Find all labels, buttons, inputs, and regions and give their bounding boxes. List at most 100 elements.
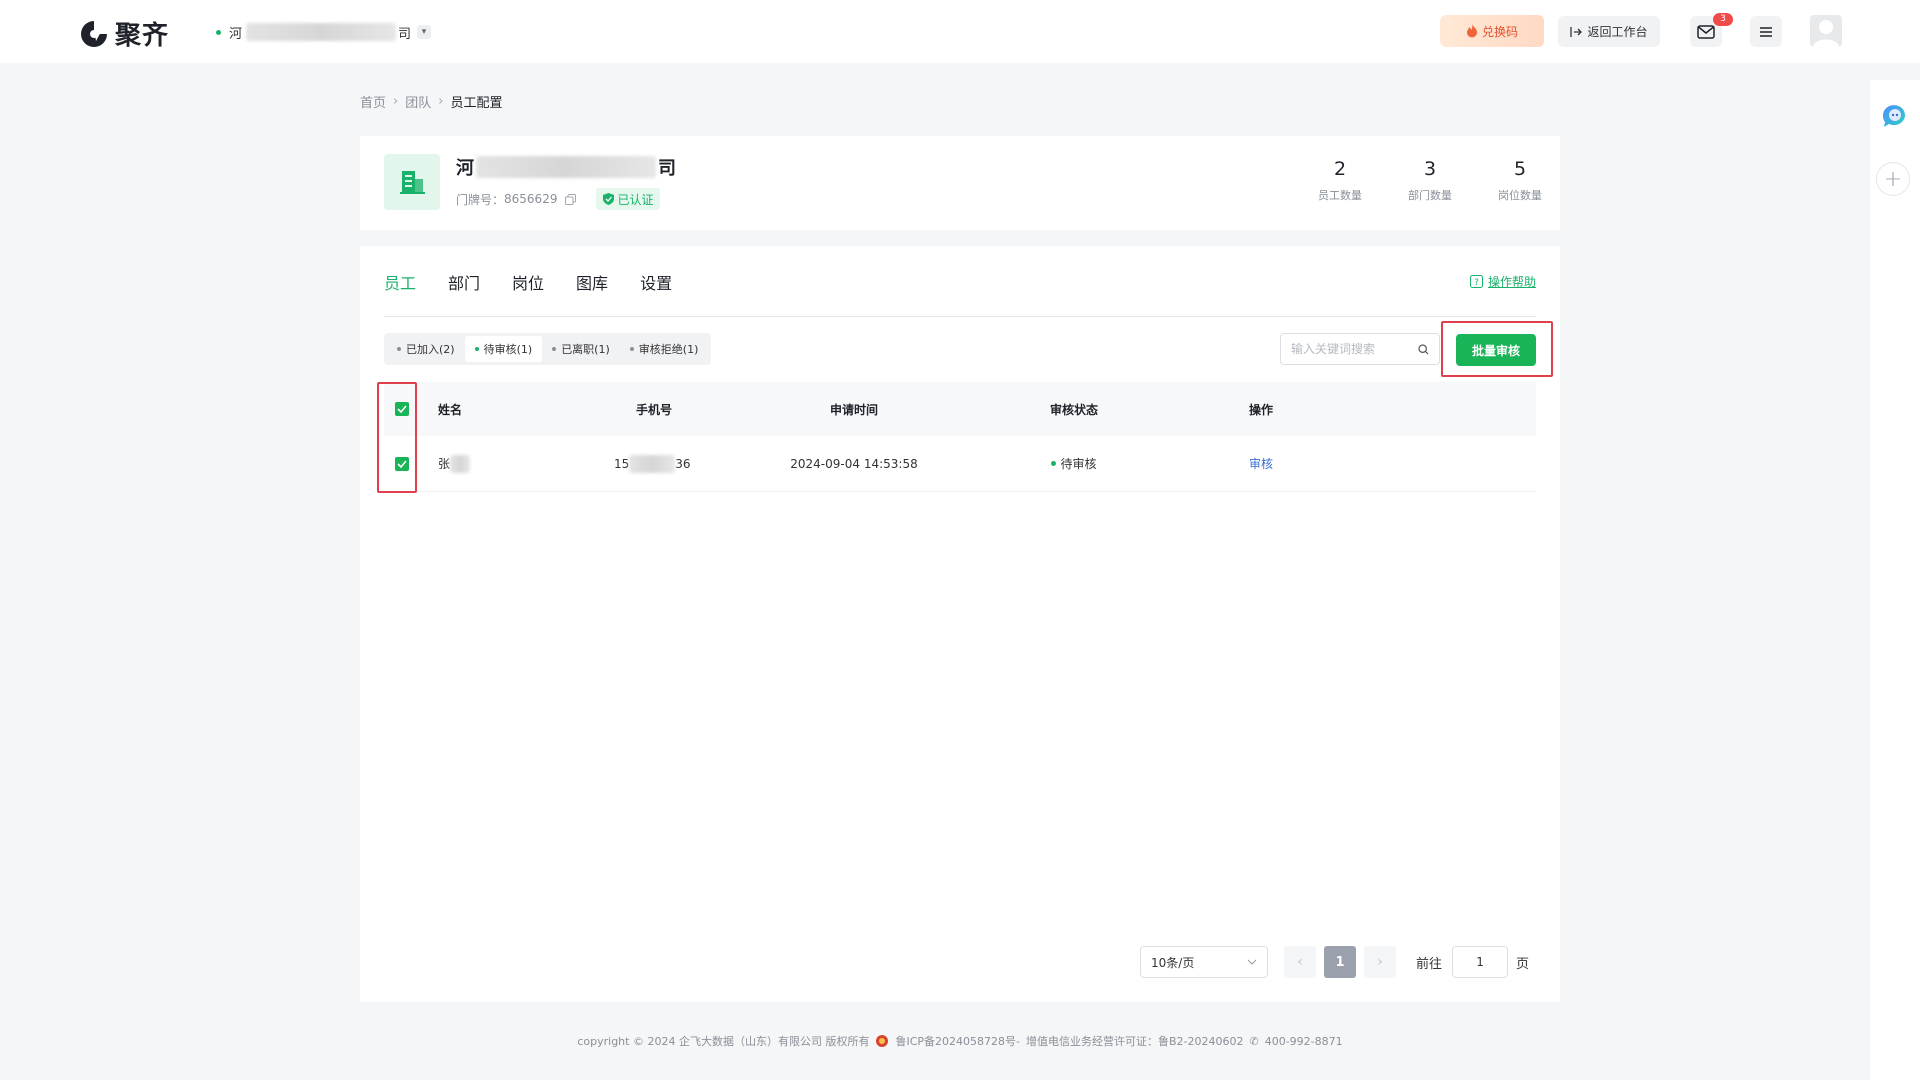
right-tool-rail: + (1870, 80, 1920, 1080)
assistant-chat-icon[interactable] (1881, 104, 1909, 134)
caret-down-icon[interactable]: ▾ (417, 25, 432, 39)
row-apply-time: 2024-09-04 14:53:58 (790, 456, 918, 471)
icp-link[interactable]: 鲁ICP备2024058728号- (895, 1033, 1020, 1049)
footer: copyright © 2024 企飞大数据（山东）有限公司 版权所有 鲁ICP… (0, 1033, 1920, 1049)
copyright-text: copyright © 2024 企飞大数据（山东）有限公司 版权所有 (577, 1035, 870, 1048)
col-actions: 操作 (1248, 402, 1273, 417)
search-box (1280, 333, 1440, 365)
back-to-workspace-button[interactable]: 返回工作台 (1558, 16, 1660, 47)
shield-check-icon (603, 193, 615, 205)
help-link[interactable]: ? 操作帮助 (1469, 273, 1536, 290)
logo-mark-icon (81, 20, 107, 47)
app-logo[interactable]: 聚齐 (79, 15, 169, 52)
police-badge-icon (876, 1035, 889, 1047)
tab-positions[interactable]: 岗位 (512, 270, 544, 294)
review-link[interactable]: 审核 (1241, 436, 1281, 491)
stat-value: 3 (1423, 158, 1437, 180)
check-icon (397, 405, 407, 413)
status-filter-group: 已加入(2) 待审核(1) 已离职(1) 审核拒绝(1) (384, 333, 712, 365)
phone-prefix: 15 (614, 456, 630, 471)
row-select-cell (395, 436, 409, 491)
select-all-checkbox[interactable] (395, 402, 409, 416)
page-number-current[interactable]: 1 (1324, 946, 1356, 978)
goto-label: 前往 (1416, 956, 1443, 972)
stat-departments: 3 部门数量 (1395, 156, 1465, 203)
redeem-code-button[interactable]: 兑换码 (1440, 15, 1544, 47)
goto-page-input[interactable]: 1 (1452, 946, 1509, 978)
prev-page-button[interactable]: ‹ (1284, 946, 1316, 978)
logo-text: 聚齐 (115, 21, 170, 51)
stat-value: 2 (1333, 158, 1347, 180)
chevron-down-icon (1247, 959, 1257, 965)
col-name: 姓名 (438, 402, 463, 417)
unread-badge: 3 (1713, 13, 1733, 26)
pagination: 10条/页 ‹ 1 › 前往 1 页 (1140, 946, 1529, 978)
company-info-card: 河 司 门牌号： 8656629 已认证 2 员工数量 3 部门数量 5 岗位数… (360, 136, 1560, 230)
filter-resigned[interactable]: 已离职(1) (542, 336, 620, 362)
company-name-suffix: 司 (398, 26, 412, 42)
verified-label: 已认证 (617, 192, 654, 207)
tab-settings[interactable]: 设置 (640, 270, 672, 294)
company-name-suffix: 司 (658, 158, 676, 179)
stat-label: 员工数量 (1318, 189, 1362, 202)
user-avatar[interactable] (1810, 15, 1842, 47)
company-name: 河 司 (456, 154, 676, 180)
fire-icon (1466, 24, 1477, 38)
next-page-button[interactable]: › (1364, 946, 1396, 978)
stat-positions: 5 岗位数量 (1485, 156, 1555, 203)
page-size-value: 10条/页 (1151, 955, 1195, 970)
tab-employees[interactable]: 员工 (384, 270, 416, 294)
col-apply-time: 申请时间 (829, 402, 878, 417)
status-dot (216, 29, 221, 35)
search-input[interactable] (1291, 342, 1418, 356)
select-all-cell (395, 382, 409, 436)
employee-panel: 员工 部门 岗位 图库 设置 ? 操作帮助 已加入(2) 待审核(1) 已离职(… (360, 246, 1560, 1002)
page-size-select[interactable]: 10条/页 (1140, 946, 1268, 978)
col-review-status: 审核状态 (1049, 402, 1098, 417)
section-tabs: 员工 部门 岗位 图库 设置 (384, 270, 672, 294)
company-switcher[interactable]: 河 司 ▾ (216, 20, 432, 44)
tab-departments[interactable]: 部门 (448, 270, 480, 294)
filter-joined[interactable]: 已加入(2) (387, 336, 465, 362)
copy-icon[interactable] (565, 193, 577, 205)
company-name-prefix: 河 (229, 26, 243, 42)
batch-review-button[interactable]: 批量审核 (1456, 334, 1536, 366)
company-meta: 门牌号： 8656629 已认证 (456, 188, 661, 210)
row-checkbox[interactable] (395, 456, 409, 471)
hamburger-icon (1760, 26, 1772, 37)
redacted-name (450, 454, 471, 473)
redacted-phone (629, 454, 676, 473)
breadcrumb-team[interactable]: 团队 (405, 92, 431, 111)
phone-icon: ✆ (1249, 1034, 1259, 1048)
breadcrumb-separator: › (393, 94, 399, 109)
col-phone: 手机号 (635, 402, 672, 417)
check-icon (397, 459, 407, 468)
top-navbar: 聚齐 河 司 ▾ 兑换码 返回工作台 3 (0, 0, 1920, 63)
menu-button[interactable] (1750, 16, 1782, 47)
breadcrumb-home[interactable]: 首页 (360, 92, 386, 111)
search-icon[interactable] (1418, 343, 1429, 355)
stat-employees: 2 员工数量 (1305, 156, 1375, 203)
add-plus-icon[interactable]: + (1876, 162, 1910, 196)
breadcrumb-separator: › (438, 94, 444, 109)
verified-badge: 已认证 (596, 188, 661, 210)
stat-label: 岗位数量 (1498, 189, 1542, 202)
row-phone: 15 36 (614, 436, 691, 491)
help-icon: ? (1469, 275, 1483, 288)
company-building-icon (384, 154, 440, 210)
filter-rejected[interactable]: 审核拒绝(1) (620, 336, 709, 362)
filter-pending[interactable]: 待审核(1) (464, 336, 543, 362)
help-label: 操作帮助 (1487, 275, 1536, 289)
tabs-divider (384, 316, 1536, 317)
tab-gallery[interactable]: 图库 (576, 270, 608, 294)
page-unit-label: 页 (1516, 956, 1530, 972)
breadcrumb: 首页 › 团队 › 员工配置 (360, 92, 502, 111)
employee-table: 姓名 手机号 申请时间 审核状态 操作 张 15 36 2024-09-04 1… (384, 382, 1536, 492)
table-row: 张 15 36 2024-09-04 14:53:58 待审核 审核 (384, 436, 1536, 492)
back-label: 返回工作台 (1587, 25, 1648, 39)
svg-text:?: ? (1474, 278, 1479, 288)
stat-value: 5 (1513, 158, 1527, 180)
phone-suffix: 36 (675, 456, 691, 471)
row-review-status: 待审核 (1044, 436, 1104, 491)
license-text: 增值电信业务经营许可证：鲁B2-20240602 (1025, 1035, 1244, 1048)
